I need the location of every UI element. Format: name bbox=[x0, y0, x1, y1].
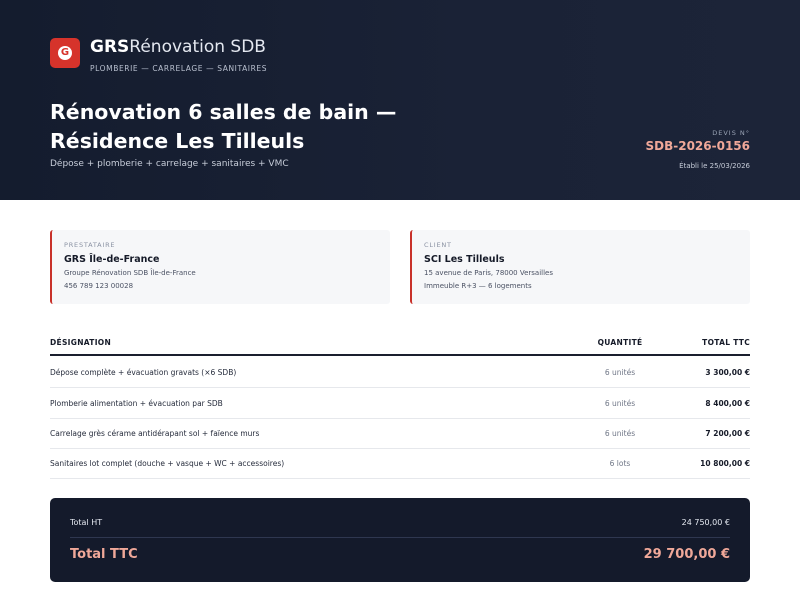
brand-name: GRSRénovation SDB bbox=[90, 37, 266, 57]
column-header-designation: DÉSIGNATION bbox=[50, 338, 112, 347]
provider-name: GRS Île-de-France bbox=[64, 254, 160, 265]
quote-date: Établi le 25/03/2026 bbox=[679, 162, 750, 170]
logo-icon: G bbox=[50, 38, 80, 68]
page-title: Rénovation 6 salles de bain — Résidence … bbox=[50, 100, 397, 153]
row-total: 3 300,00 € bbox=[705, 368, 750, 377]
provider-line-2: 456 789 123 00028 bbox=[64, 282, 134, 290]
provider-label: PRESTATAIRE bbox=[64, 241, 116, 249]
column-header-quantity: QUANTITÉ bbox=[597, 338, 643, 347]
page-subtitle: Dépose + plomberie + carrelage + sanitai… bbox=[50, 159, 289, 169]
row-total: 8 400,00 € bbox=[705, 399, 750, 408]
brand-tagline: PLOMBERIE — CARRELAGE — SANITAIRES bbox=[90, 64, 268, 73]
total-ht-label: Total HT bbox=[70, 518, 103, 527]
row-total: 10 800,00 € bbox=[700, 459, 750, 468]
row-quantity: 6 unités bbox=[604, 429, 636, 438]
row-designation: Carrelage grès cérame antidérapant sol +… bbox=[50, 429, 260, 438]
client-line-2: Immeuble R+3 — 6 logements bbox=[424, 282, 532, 290]
quote-number: SDB-2026-0156 bbox=[645, 139, 750, 153]
client-line-1: 15 avenue de Paris, 78000 Versailles bbox=[424, 269, 554, 277]
row-designation: Dépose complète + évacuation gravats (×6… bbox=[50, 368, 237, 377]
table-header: DÉSIGNATION QUANTITÉ TOTAL TTC bbox=[50, 336, 750, 356]
totals-box: Total HT 24 750,00 € Total TTC 29 700,00… bbox=[50, 498, 750, 582]
totals-divider bbox=[70, 537, 730, 538]
table-row: Sanitaires lot complet (douche + vasque … bbox=[50, 448, 750, 479]
row-quantity: 6 lots bbox=[609, 459, 631, 468]
provider-card: PRESTATAIRE GRS Île-de-France Groupe Rén… bbox=[50, 230, 390, 304]
column-header-total: TOTAL TTC bbox=[702, 338, 750, 347]
total-ttc-label: Total TTC bbox=[70, 547, 138, 562]
table-row: Carrelage grès cérame antidérapant sol +… bbox=[50, 418, 750, 449]
client-card: CLIENT SCI Les Tilleuls 15 avenue de Par… bbox=[410, 230, 750, 304]
logo-letter: G bbox=[58, 46, 72, 60]
row-quantity: 6 unités bbox=[604, 368, 636, 377]
header-banner: G GRSRénovation SDB PLOMBERIE — CARRELAG… bbox=[0, 0, 800, 200]
client-name: SCI Les Tilleuls bbox=[424, 254, 505, 265]
brand-light: Rénovation SDB bbox=[129, 37, 266, 57]
total-ht-value: 24 750,00 € bbox=[681, 518, 730, 527]
table-row: Dépose complète + évacuation gravats (×6… bbox=[50, 357, 750, 388]
quote-number-label: DEVIS N° bbox=[712, 129, 750, 137]
table-row: Plomberie alimentation + évacuation par … bbox=[50, 388, 750, 419]
row-designation: Sanitaires lot complet (douche + vasque … bbox=[50, 459, 285, 468]
total-ttc-value: 29 700,00 € bbox=[643, 547, 730, 562]
row-designation: Plomberie alimentation + évacuation par … bbox=[50, 399, 223, 408]
row-quantity: 6 unités bbox=[604, 399, 636, 408]
provider-line-1: Groupe Rénovation SDB Île-de-France bbox=[64, 269, 196, 277]
brand-bold: GRS bbox=[90, 37, 130, 57]
client-label: CLIENT bbox=[424, 241, 452, 249]
row-total: 7 200,00 € bbox=[705, 429, 750, 438]
